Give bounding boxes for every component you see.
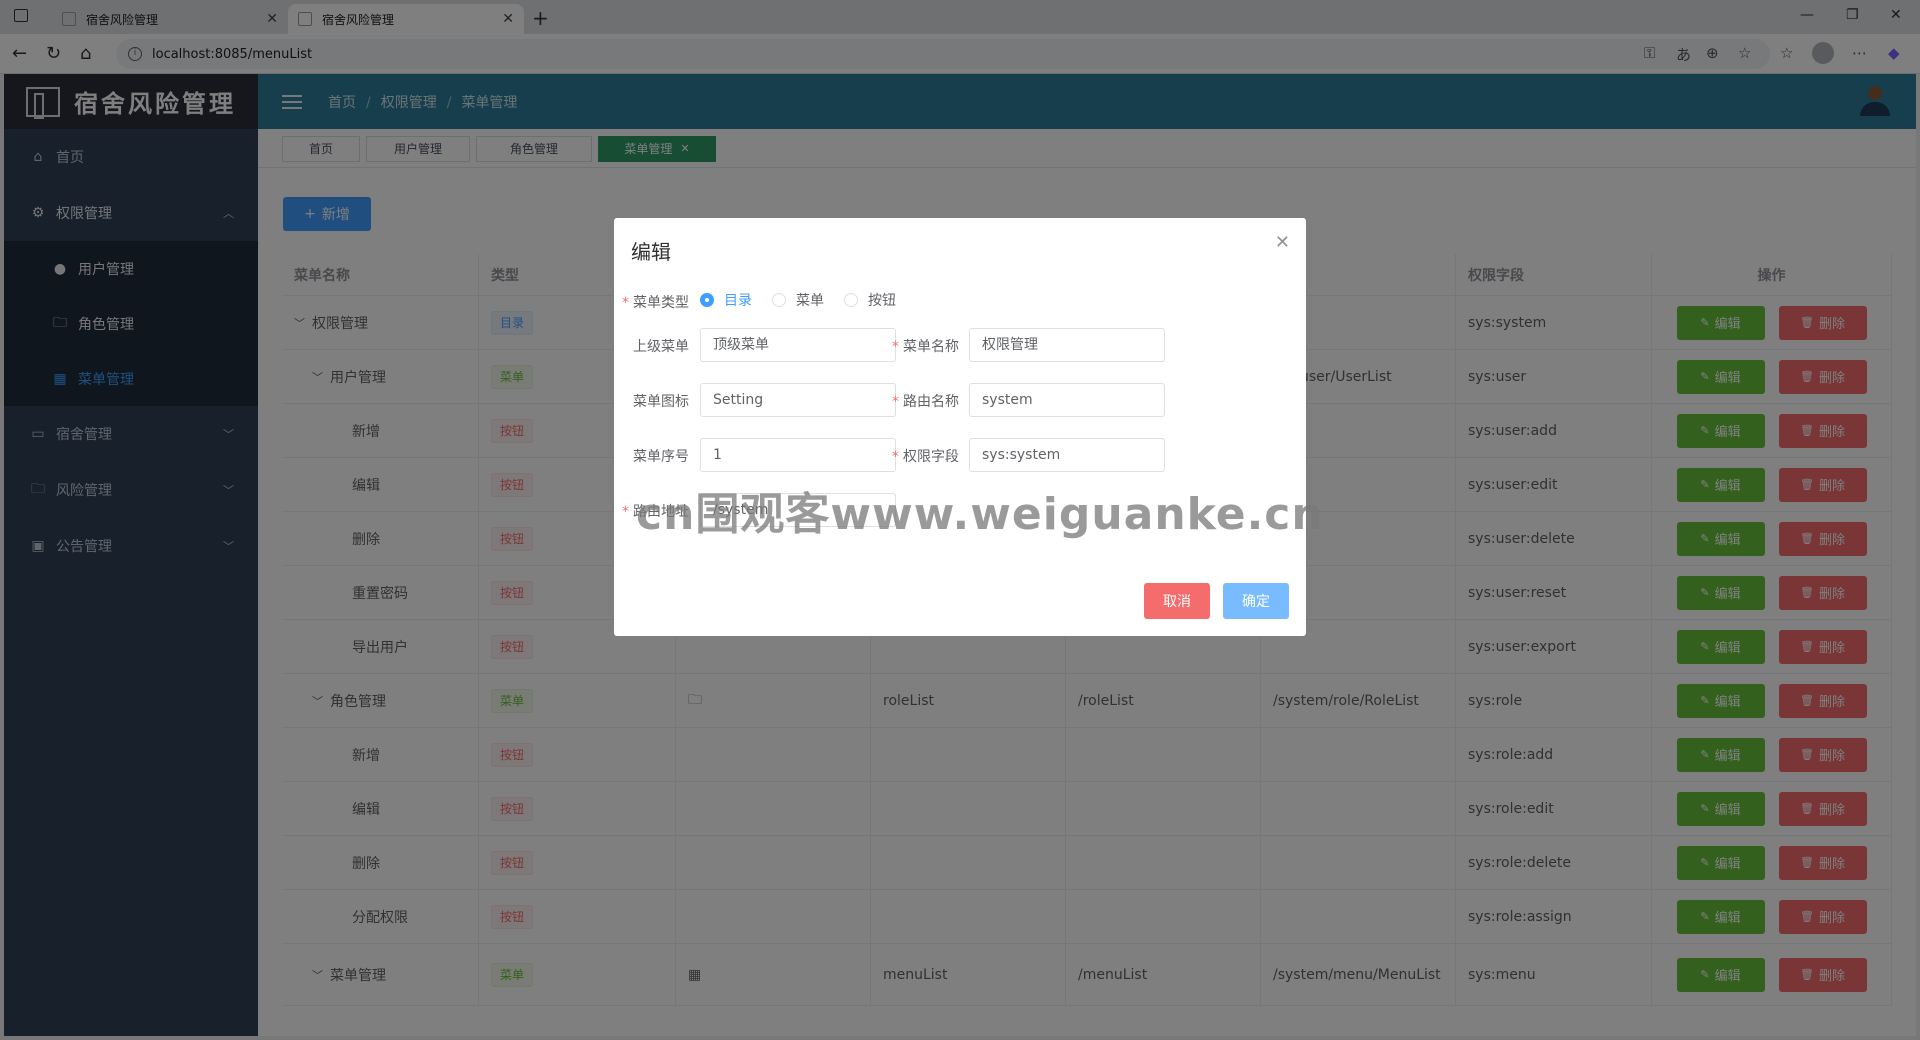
menu-name-input[interactable]: 权限管理 bbox=[969, 328, 1165, 362]
radio-label: 菜单 bbox=[796, 293, 824, 309]
confirm-button[interactable]: 确定 bbox=[1223, 583, 1289, 619]
radio-menu[interactable]: 菜单 bbox=[772, 290, 824, 310]
order-label: 菜单序号 bbox=[633, 449, 689, 465]
route-name-label: * 路由名称 bbox=[892, 394, 959, 410]
cancel-button[interactable]: 取消 bbox=[1144, 583, 1210, 619]
close-icon[interactable]: ✕ bbox=[1275, 232, 1290, 253]
watermark: cn围观客www.weiguanke.cn bbox=[636, 489, 1324, 540]
type-label: * 菜单类型 bbox=[622, 295, 689, 311]
name-label: * 菜单名称 bbox=[892, 339, 959, 355]
radio-label: 目录 bbox=[724, 293, 752, 309]
edit-dialog: 编辑 ✕ * 菜单类型 目录 菜单 按钮 上级菜单 顶级菜单 * 菜单名称 权限管理… bbox=[614, 218, 1306, 636]
icon-label: 菜单图标 bbox=[633, 394, 689, 410]
perm-label: * 权限字段 bbox=[892, 449, 959, 465]
permission-input[interactable]: sys:system bbox=[969, 438, 1165, 472]
parent-label: 上级菜单 bbox=[633, 339, 689, 355]
dialog-title: 编辑 bbox=[631, 240, 671, 264]
radio-directory[interactable]: 目录 bbox=[700, 290, 752, 310]
radio-button[interactable]: 按钮 bbox=[844, 290, 896, 310]
route-name-input[interactable]: system bbox=[969, 383, 1165, 417]
radio-label: 按钮 bbox=[868, 293, 896, 309]
